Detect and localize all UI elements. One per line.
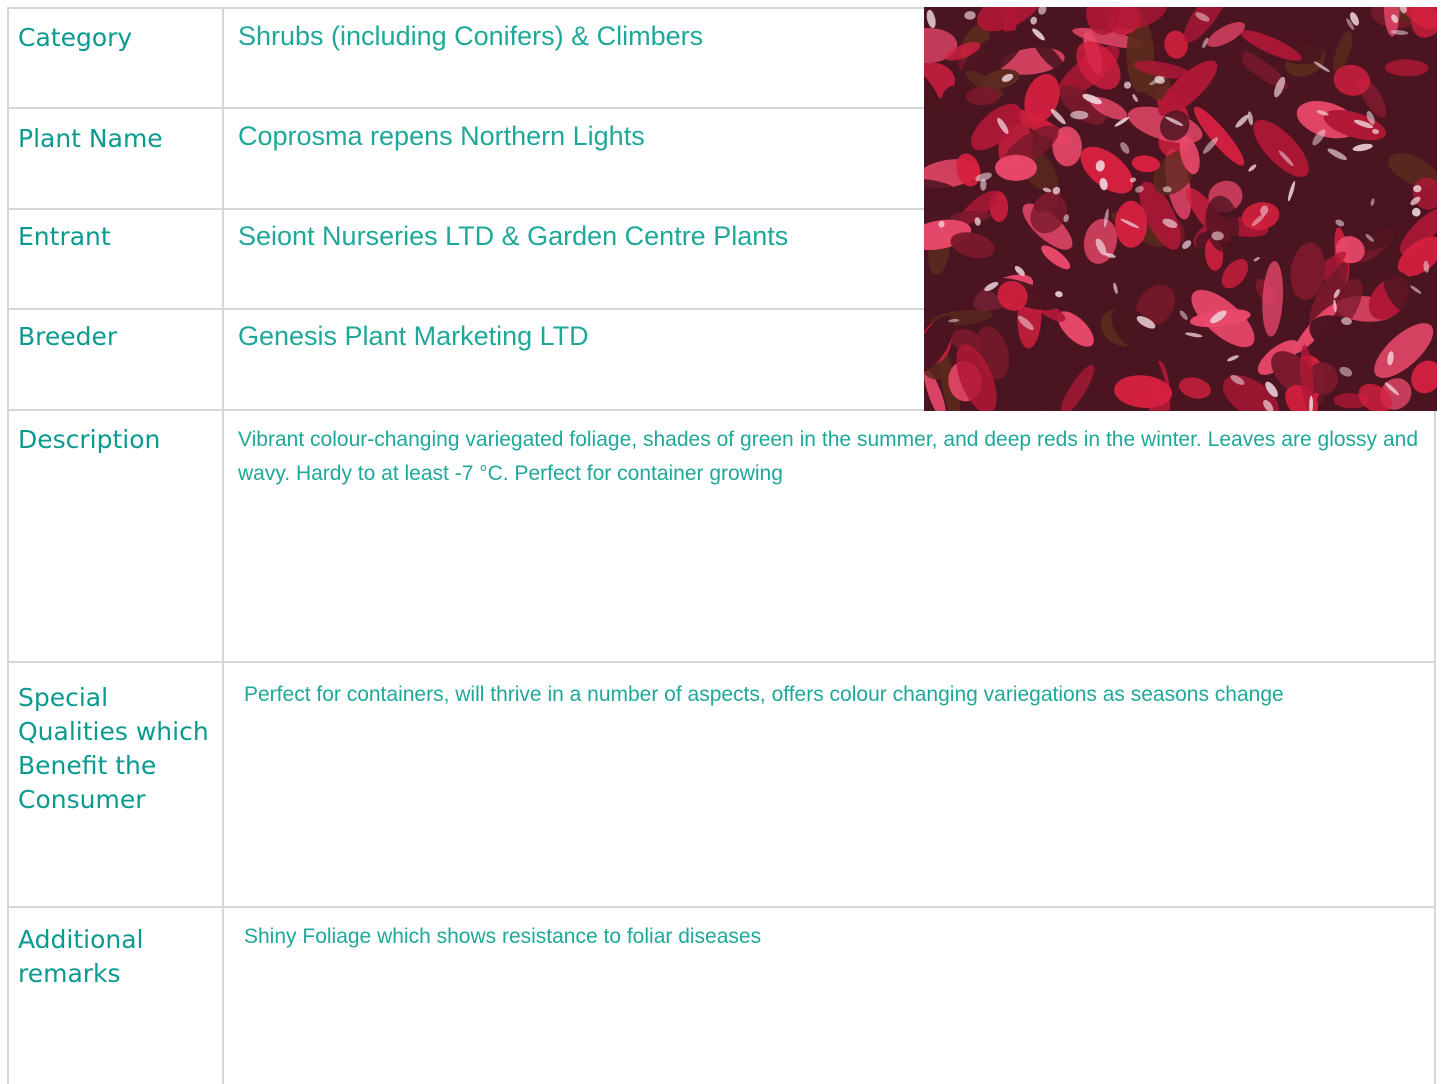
category-label: Category [18, 23, 133, 52]
grid-line [222, 7, 224, 1084]
label-line: remarks [18, 959, 121, 988]
grid-line [7, 906, 1436, 908]
label-line: Special [18, 683, 109, 712]
special-qualities-text: Perfect for containers, will thrive in a… [244, 683, 1284, 706]
special-qualities-label: Special Qualities which Benefit the Cons… [18, 681, 209, 817]
breeder-value: Genesis Plant Marketing LTD [238, 321, 589, 351]
plant-name-value: Coprosma repens Northern Lights [238, 121, 645, 151]
grid-line [7, 7, 9, 1084]
category-value: Shrubs (including Conifers) & Climbers [238, 21, 704, 51]
plant-entry-sheet: Category Shrubs (including Conifers) & C… [0, 0, 1441, 1084]
additional-remarks-text: Shiny Foliage which shows resistance to … [244, 925, 762, 948]
leaf-shape [995, 154, 1037, 181]
grid-line [7, 661, 1436, 663]
entrant-label: Entrant [18, 222, 111, 251]
label-line: Benefit the [18, 751, 157, 780]
foliage-illustration [924, 7, 1437, 411]
label-line: Qualities which [18, 717, 209, 746]
grid-line [1434, 411, 1436, 1084]
description-label: Description [18, 425, 161, 454]
label-line: Additional [18, 925, 144, 954]
grid-line [7, 208, 924, 210]
plant-photo [924, 7, 1437, 411]
entrant-value: Seiont Nurseries LTD & Garden Centre Pla… [238, 221, 789, 251]
description-text: Vibrant colour-changing variegated folia… [238, 428, 1418, 485]
plant-name-label: Plant Name [18, 124, 163, 153]
grid-line [7, 7, 924, 9]
breeder-label: Breeder [18, 322, 118, 351]
grid-line [7, 107, 924, 109]
grid-line [7, 308, 924, 310]
additional-remarks-label: Additional remarks [18, 923, 144, 991]
label-line: Consumer [18, 785, 146, 814]
